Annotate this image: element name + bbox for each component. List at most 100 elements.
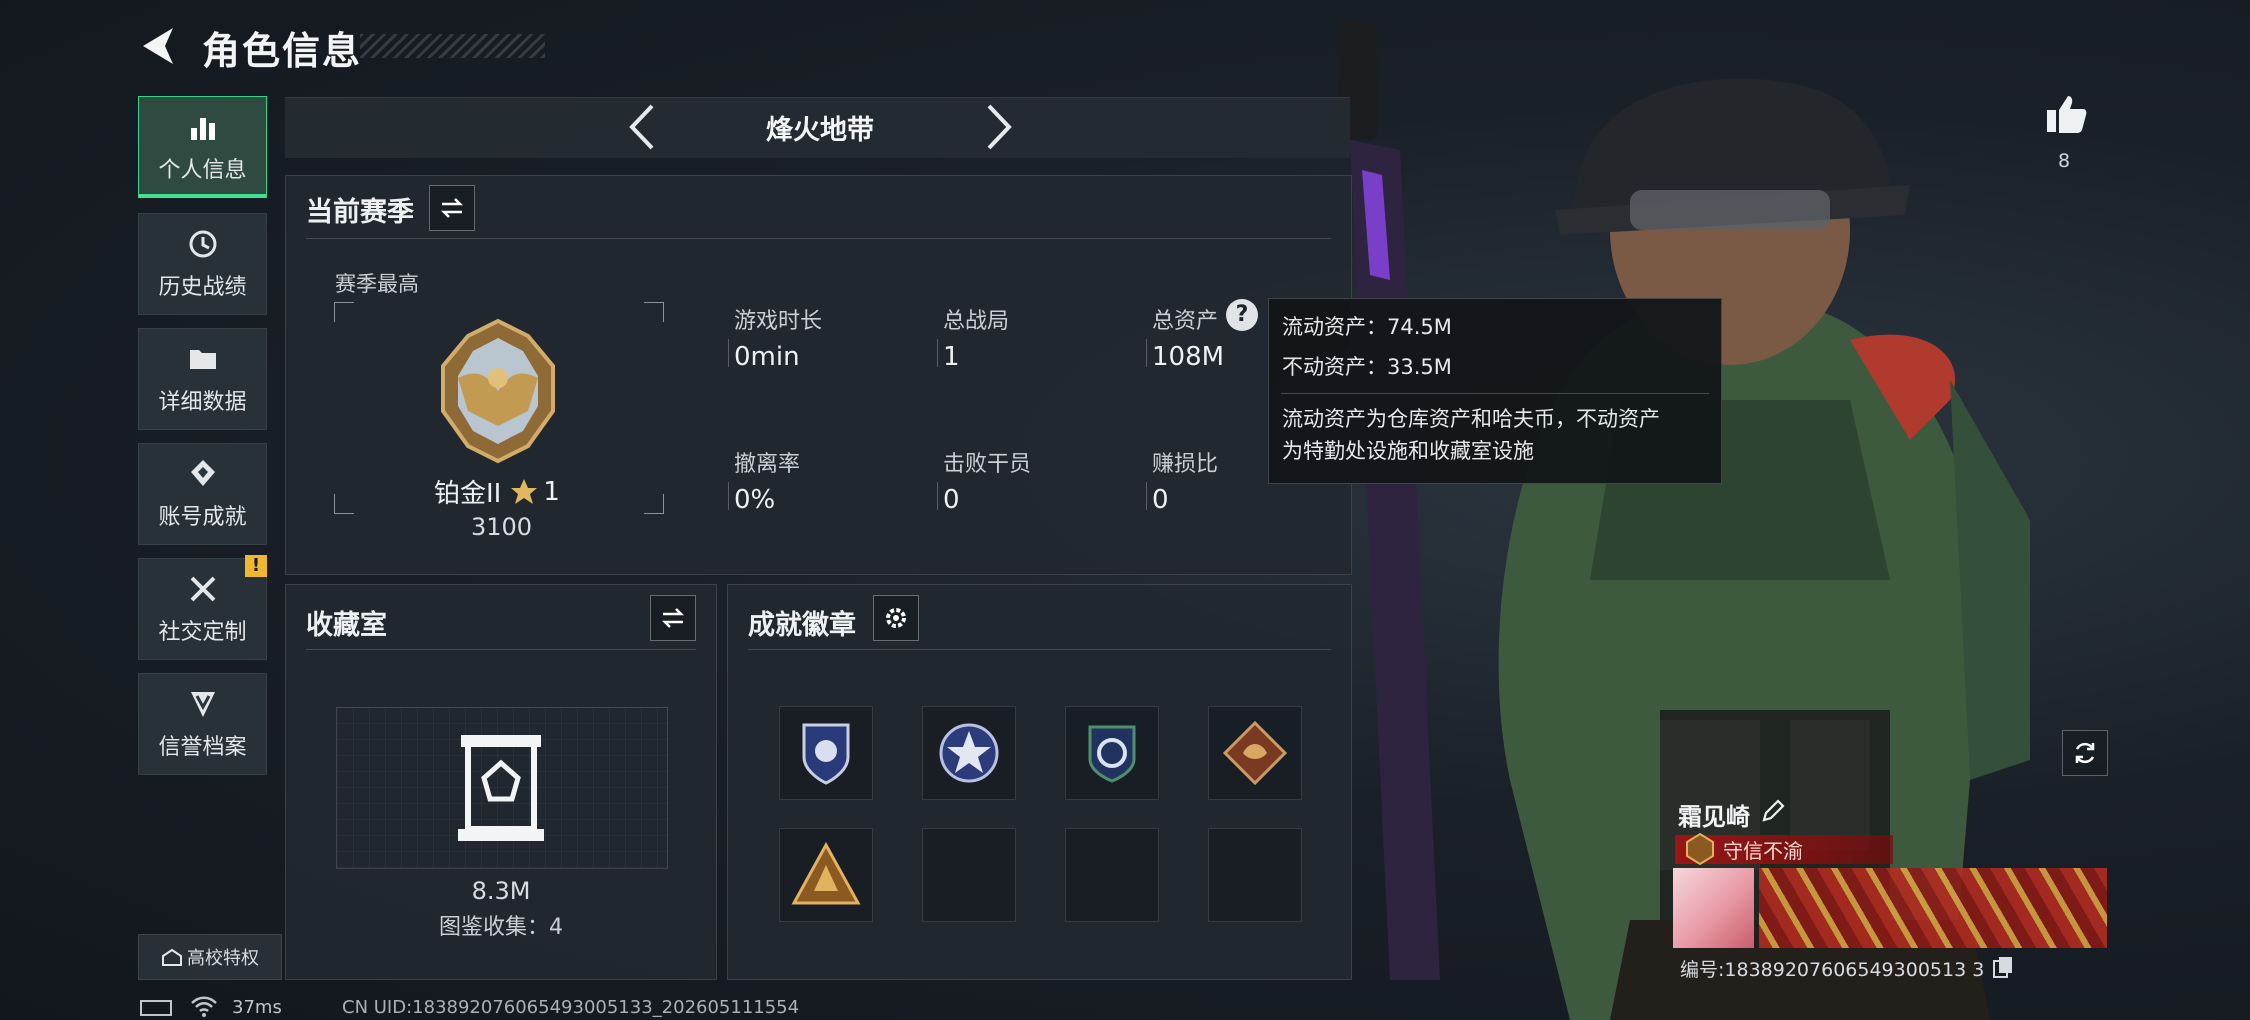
school-icon	[162, 948, 182, 966]
title-decoration	[360, 34, 545, 58]
tooltip-liquid-assets: 流动资产：74.5M	[1282, 315, 1452, 339]
collection-room-icon[interactable]	[456, 733, 546, 843]
badge-slot[interactable]	[779, 828, 873, 922]
badge-slot[interactable]	[1065, 706, 1159, 800]
badge-slot[interactable]	[1208, 706, 1302, 800]
gear-icon	[886, 608, 906, 628]
police-badge-icon	[802, 723, 850, 785]
stat-divider	[937, 339, 938, 367]
rank-line: 铂金II 1	[434, 473, 560, 510]
season-title: 当前赛季	[306, 197, 414, 228]
divider	[748, 649, 1331, 650]
profile-card-banner	[1759, 868, 2107, 948]
achievements-panel: 成就徽章	[727, 584, 1352, 980]
player-id: 编号:18389207606549300513 3	[1680, 959, 1985, 981]
stat-value-profit-ratio: 0	[1152, 485, 1169, 515]
dragon-badge-icon	[1222, 720, 1288, 786]
stat-value-total-assets: 108M	[1152, 342, 1225, 372]
chevron-left-icon[interactable]	[618, 100, 668, 154]
folder-icon	[189, 350, 216, 369]
rank-name: 铂金II	[434, 479, 502, 509]
collection-value: 8.3M	[471, 877, 531, 905]
star-icon	[511, 478, 538, 504]
badge-slot[interactable]	[779, 706, 873, 800]
diamond-medal-icon	[190, 460, 215, 486]
stat-value-playtime: 0min	[734, 342, 800, 372]
achievements-title: 成就徽章	[748, 610, 856, 641]
stat-label-profit-ratio: 赚损比	[1152, 452, 1219, 477]
sidebar-item-personal-info[interactable]: 个人信息	[138, 96, 267, 198]
bar-chart-icon	[190, 118, 215, 140]
thumbs-up-icon[interactable]	[2044, 92, 2088, 136]
collection-count: 图鉴收集：4	[439, 915, 563, 940]
copy-icon[interactable]	[1993, 956, 2013, 978]
stat-divider	[728, 482, 729, 510]
sidebar-item-label: 个人信息	[158, 158, 247, 183]
tooltip-fixed-assets: 不动资产：33.5M	[1282, 355, 1452, 379]
uid-text: CN UID:183892076065493005133_20260511155…	[342, 997, 800, 1018]
star-badge-icon	[939, 723, 999, 783]
badge-slot-empty[interactable]	[1208, 828, 1302, 922]
stat-divider	[1146, 482, 1147, 510]
like-count: 8	[2058, 150, 2071, 172]
stat-label-extract-rate: 撤离率	[734, 452, 801, 477]
campus-label: 高校特权	[187, 948, 259, 969]
rank-score: 3100	[471, 513, 533, 541]
campus-privilege-button[interactable]: 高校特权	[138, 934, 282, 980]
mode-label: 烽火地带	[766, 115, 874, 146]
sidebar-item-history[interactable]: 历史战绩	[138, 213, 267, 315]
rank-stars: 1	[543, 476, 560, 507]
stat-label-playtime: 游戏时长	[734, 309, 823, 334]
page-title: 角色信息	[202, 29, 363, 73]
refresh-icon	[2075, 742, 2095, 764]
profile-card-avatar[interactable]	[1673, 868, 1754, 948]
divider	[1281, 393, 1709, 394]
badge-slot-empty[interactable]	[922, 828, 1016, 922]
refresh-button[interactable]	[2062, 730, 2108, 776]
divider	[306, 238, 1331, 239]
ping-value: 37ms	[232, 997, 282, 1018]
stat-divider	[728, 339, 729, 367]
assets-tooltip: 流动资产：74.5M 不动资产：33.5M 流动资产为仓库资产和哈夫币，不动资产…	[1268, 298, 1722, 484]
swap-icon	[440, 198, 464, 218]
player-name: 霜见崎	[1678, 803, 1750, 831]
achievements-settings-button[interactable]	[873, 595, 919, 641]
sidebar-item-detailed-data[interactable]: 详细数据	[138, 328, 267, 430]
sidebar-item-label: 信誉档案	[158, 735, 247, 760]
edit-pencil-icon[interactable]	[1760, 798, 1786, 824]
title-emblem-icon	[1686, 832, 1714, 866]
sidebar-item-label: 详细数据	[158, 390, 247, 415]
stat-value-matches: 1	[943, 342, 960, 372]
sidebar-item-label: 历史战绩	[158, 275, 247, 300]
sidebar-item-achievements[interactable]: 账号成就	[138, 443, 267, 545]
help-icon[interactable]: ?	[1226, 299, 1258, 331]
stat-value-extract-rate: 0%	[734, 485, 776, 515]
shield-chevron-icon	[190, 692, 215, 717]
sidebar-item-reputation[interactable]: 信誉档案	[138, 673, 267, 775]
back-arrow-icon[interactable]	[135, 22, 183, 70]
platinum-rank-emblem-icon	[441, 318, 555, 464]
badge-slot-empty[interactable]	[1065, 828, 1159, 922]
collection-panel: 收藏室 8.3M 图鉴收集：4	[285, 584, 717, 980]
wifi-icon	[191, 996, 217, 1017]
history-clock-icon	[189, 230, 216, 258]
cycle-badge-icon	[1088, 725, 1136, 783]
season-panel: 当前赛季 赛季最高 铂金II 1 3100 游戏时长 0min 总战局 1 总资…	[285, 175, 1352, 575]
battery-icon	[140, 1000, 172, 1016]
stat-label-kills: 击败干员	[943, 452, 1032, 477]
season-best-label: 赛季最高	[335, 272, 419, 296]
stat-divider	[1146, 339, 1147, 367]
sidebar-item-label: 社交定制	[158, 620, 247, 645]
tools-icon	[190, 576, 215, 602]
tooltip-desc-line2: 为特勤处设施和收藏室设施	[1282, 439, 1534, 463]
notification-badge: !	[245, 555, 267, 577]
badge-slot[interactable]	[922, 706, 1016, 800]
chevron-right-icon[interactable]	[973, 100, 1023, 154]
triangle-badge-icon	[791, 841, 861, 905]
divider	[306, 649, 696, 650]
season-switch-button[interactable]	[429, 185, 475, 231]
collection-title: 收藏室	[306, 610, 387, 641]
stat-label-total-assets: 总资产	[1152, 309, 1219, 334]
stat-value-kills: 0	[943, 485, 960, 515]
collection-switch-button[interactable]	[650, 595, 696, 641]
